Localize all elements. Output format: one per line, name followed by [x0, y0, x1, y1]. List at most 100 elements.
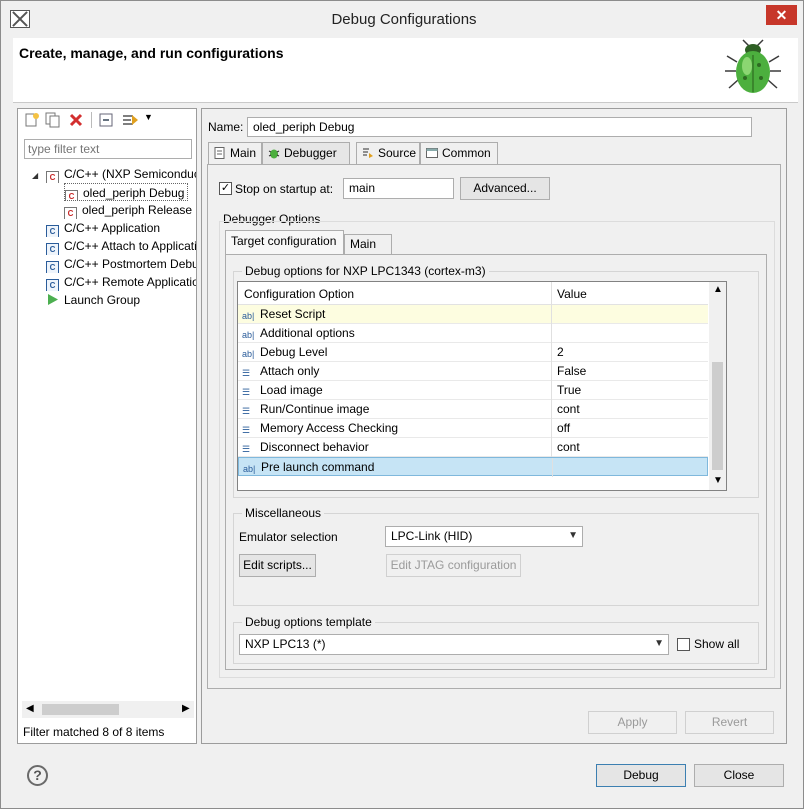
tree-item-c-remote[interactable]: C C/C++ Remote Application — [46, 273, 196, 291]
c-red-icon: C — [46, 171, 59, 183]
filter-input[interactable] — [24, 139, 192, 159]
stop-on-startup-field[interactable]: main — [343, 178, 454, 199]
tree-item-c-postmortem[interactable]: C C/C++ Postmortem Debugger — [46, 255, 196, 273]
emulator-selection-dropdown[interactable]: LPC-Link (HID) ▼ — [385, 526, 583, 547]
common-tab-icon — [426, 148, 438, 158]
scroll-up-icon[interactable]: ▲ — [713, 284, 723, 295]
column-header-value[interactable]: Value — [557, 287, 587, 301]
tree-item-label: C/C++ Application — [64, 221, 161, 235]
tab-common[interactable]: Common — [420, 142, 498, 164]
tree-item-label: C/C++ (NXP Semiconductors) MCU Applicati… — [64, 167, 196, 181]
table-vertical-scrollbar[interactable]: ▲ ▼ — [709, 282, 726, 490]
option-name: Memory Access Checking — [260, 421, 399, 435]
option-name: Debug Level — [260, 345, 328, 359]
tab-label: Common — [442, 146, 491, 160]
miscellaneous-title: Miscellaneous — [242, 506, 325, 520]
option-value: cont — [557, 402, 580, 416]
header-banner: Create, manage, and run configurations — [13, 38, 798, 103]
scroll-left-icon[interactable]: ◀ — [26, 703, 34, 714]
debug-button[interactable]: Debug — [596, 764, 686, 787]
option-name: Run/Continue image — [260, 402, 370, 416]
dropdown-arrow-icon[interactable]: ▼ — [144, 112, 153, 122]
option-value: True — [557, 383, 582, 397]
tree-item-oled-debug[interactable]: Coled_periph Debug — [64, 183, 188, 201]
debug-options-template-dropdown[interactable]: NXP LPC13 (*) ▼ — [239, 634, 669, 655]
tree-item-label: C/C++ Remote Application — [64, 275, 196, 289]
show-all-checkbox[interactable] — [677, 638, 690, 651]
tab-label: Source — [378, 146, 417, 160]
debug-options-group: Debug options for NXP LPC1343 (cortex-m3… — [233, 264, 759, 498]
option-value: False — [557, 364, 587, 378]
tree-item-nxp-mcu[interactable]: C C/C++ (NXP Semiconductors) MCU Applicat… — [46, 165, 196, 183]
list-option-icon: ☰ — [242, 444, 251, 454]
table-row[interactable]: ab| Debug Level 2 — [238, 343, 708, 362]
scroll-right-icon[interactable]: ▶ — [182, 703, 190, 714]
tree-item-c-application[interactable]: C C/C++ Application — [46, 219, 196, 237]
tree-item-label: Launch Group — [64, 293, 141, 307]
table-row[interactable]: ☰ Attach only False — [238, 362, 708, 381]
c-icon: C — [46, 225, 59, 237]
table-row[interactable]: ab| Reset Script — [238, 305, 708, 324]
config-editor-panel: Name: oled_periph Debug Main Debugger So… — [201, 108, 787, 744]
stop-on-startup-checkbox[interactable]: ✓ — [219, 182, 232, 195]
new-config-icon[interactable] — [24, 112, 40, 128]
toolbar-divider — [91, 112, 92, 128]
help-icon[interactable]: ? — [27, 765, 48, 786]
collapse-all-icon[interactable] — [98, 112, 114, 128]
edit-scripts-button[interactable]: Edit scripts... — [239, 554, 316, 577]
tab-main[interactable]: Main — [208, 142, 262, 164]
revert-button[interactable]: Revert — [685, 711, 774, 734]
filter-icon[interactable] — [121, 112, 141, 128]
name-field[interactable]: oled_periph Debug — [247, 117, 752, 137]
table-row-selected[interactable]: ab| Pre launch command — [238, 457, 708, 477]
debug-options-template-title: Debug options template — [242, 615, 375, 629]
table-header: Configuration Option Value — [238, 282, 708, 305]
horizontal-scrollbar[interactable]: ◀ ▶ — [22, 701, 194, 718]
subtab-target-configuration[interactable]: Target configuration — [225, 230, 344, 254]
tab-source[interactable]: Source — [356, 142, 420, 164]
table-row[interactable]: ☰ Run/Continue image cont — [238, 400, 708, 419]
text-field-icon: ab| — [242, 330, 255, 340]
tab-label: Debugger — [284, 146, 337, 160]
dialog-window: Debug Configurations ✕ Create, manage, a… — [0, 0, 804, 809]
table-row[interactable]: ab| Additional options — [238, 324, 708, 343]
chevron-down-icon: ▼ — [568, 530, 578, 541]
option-name: Disconnect behavior — [260, 440, 369, 454]
duplicate-icon[interactable] — [45, 112, 61, 128]
close-button[interactable]: Close — [694, 764, 784, 787]
tree-item-label: C/C++ Attach to Application — [64, 239, 196, 253]
delete-icon[interactable] — [68, 112, 84, 128]
option-name: Additional options — [260, 326, 355, 340]
c-icon: C — [46, 279, 59, 291]
tree-item-oled-release[interactable]: Coled_periph Release — [64, 201, 194, 219]
table-row[interactable]: ☰ Disconnect behavior cont — [238, 438, 708, 457]
tab-label: Main — [230, 146, 257, 160]
window-title: Debug Configurations — [331, 11, 477, 28]
option-value: cont — [557, 440, 580, 454]
tree-item-label: C/C++ Postmortem Debugger — [64, 257, 196, 271]
option-name: Load image — [260, 383, 323, 397]
edit-jtag-configuration-button[interactable]: Edit JTAG configuration — [386, 554, 521, 577]
debugger-tab-content: ✓ Stop on startup at: main Advanced... D… — [207, 164, 781, 689]
window-close-button[interactable]: ✕ — [766, 5, 797, 25]
tree-expand-icon[interactable]: ◢ — [32, 171, 38, 180]
apply-button[interactable]: Apply — [588, 711, 677, 734]
table-row[interactable]: ☰ Load image True — [238, 381, 708, 400]
title-bar: Debug Configurations ✕ — [1, 1, 803, 37]
tree-item-label: oled_periph Debug — [83, 186, 185, 200]
c-red-icon: C — [64, 207, 77, 219]
table-row[interactable]: ☰ Memory Access Checking off — [238, 419, 708, 438]
advanced-button[interactable]: Advanced... — [460, 177, 550, 200]
scroll-down-icon[interactable]: ▼ — [713, 475, 723, 486]
tree-item-c-attach[interactable]: C C/C++ Attach to Application — [46, 237, 196, 255]
scrollbar-thumb[interactable] — [712, 362, 723, 470]
scrollbar-thumb[interactable] — [42, 704, 119, 715]
list-option-icon: ☰ — [242, 406, 251, 416]
miscellaneous-group: Miscellaneous Emulator selection LPC-Lin… — [233, 506, 759, 606]
option-value: 2 — [557, 345, 564, 359]
launch-group-icon — [48, 294, 58, 305]
tree-item-launch-group[interactable]: Launch Group — [46, 291, 196, 309]
subtab-main[interactable]: Main — [344, 234, 392, 254]
tab-debugger[interactable]: Debugger — [262, 142, 350, 165]
column-header-option[interactable]: Configuration Option — [244, 287, 354, 301]
